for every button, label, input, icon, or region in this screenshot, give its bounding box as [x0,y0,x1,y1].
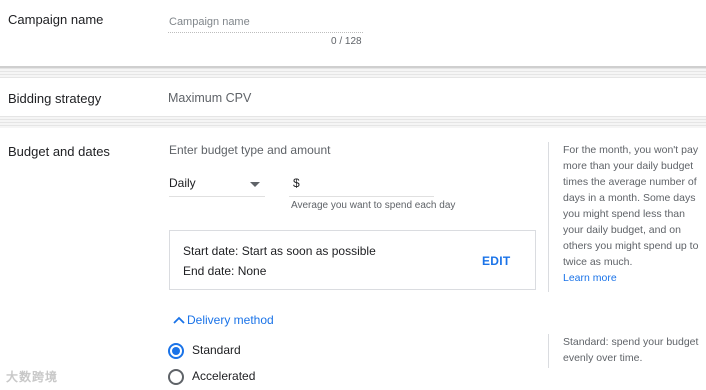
budget-help-panel: For the month, you won't pay more than y… [548,142,706,292]
campaign-name-section: Campaign name 0 / 128 [0,0,706,66]
end-date-text: End date: None [183,264,267,278]
start-date-text: Start date: Start as soon as possible [183,244,376,258]
campaign-name-input[interactable] [168,11,363,33]
budget-prompt: Enter budget type and amount [169,143,331,157]
radio-unselected-icon[interactable] [168,369,184,385]
delivery-help-panel: Standard: spend your budget evenly over … [548,334,706,368]
delivery-standard-label: Standard [192,343,241,357]
budget-section: Budget and dates Enter budget type and a… [0,128,706,390]
character-counter: 0 / 128 [331,36,362,47]
dates-panel: Start date: Start as soon as possible En… [169,230,536,290]
budget-amount-input[interactable] [305,174,430,194]
watermark-logo: 大数跨境 [6,370,59,384]
budget-label: Budget and dates [8,144,110,159]
delivery-help-text: Standard: spend your budget evenly over … [563,336,699,364]
budget-type-dropdown[interactable]: Daily [169,173,265,197]
budget-amount-field[interactable]: $ [289,173,434,197]
bidding-strategy-section: Bidding strategy Maximum CPV [0,78,706,116]
bidding-strategy-value[interactable]: Maximum CPV [168,91,251,105]
dropdown-arrow-icon [250,182,260,187]
budget-help-text: For the month, you won't pay more than y… [563,144,699,268]
campaign-name-label: Campaign name [8,12,104,27]
budget-amount-helper: Average you want to spend each day [291,200,456,211]
radio-selected-icon[interactable] [168,343,184,359]
section-divider [0,116,706,128]
chevron-up-icon [173,316,185,324]
bidding-strategy-label: Bidding strategy [8,91,102,106]
learn-more-link[interactable]: Learn more [563,270,706,286]
section-divider [0,66,706,78]
delivery-method-label: Delivery method [187,313,274,327]
edit-dates-button[interactable]: EDIT [482,254,511,268]
budget-type-value: Daily [169,176,196,190]
delivery-accelerated-label: Accelerated [192,369,256,383]
currency-symbol: $ [293,176,300,190]
